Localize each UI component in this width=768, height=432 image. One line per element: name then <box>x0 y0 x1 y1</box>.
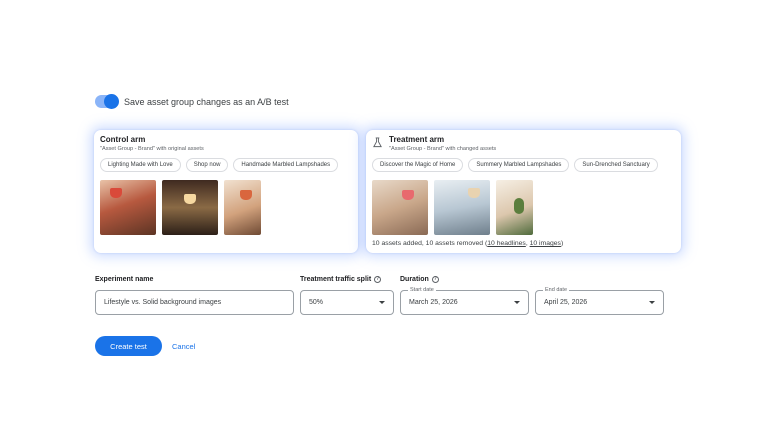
treatment-arm-subtitle: "Asset Group - Brand" with changed asset… <box>389 146 497 152</box>
experiment-name-label: Experiment name <box>95 276 153 283</box>
ab-test-toggle-row[interactable]: Save asset group changes as an A/B test <box>95 94 289 109</box>
end-date-label: End date <box>543 287 570 293</box>
control-image-thumbnail <box>162 180 218 235</box>
ab-test-toggle[interactable] <box>95 94 119 109</box>
chevron-down-icon <box>379 301 385 304</box>
control-image-thumbnail <box>100 180 156 235</box>
start-date-label: Start date <box>408 287 436 293</box>
summary-suffix: ) <box>560 240 564 247</box>
headline-chip: Lighting Made with Love <box>100 158 181 172</box>
help-icon[interactable]: ? <box>431 276 439 283</box>
treatment-arm-header: Treatment arm "Asset Group - Brand" with… <box>372 135 496 154</box>
experiment-name-label-text: Experiment name <box>95 276 154 283</box>
chevron-down-icon <box>649 301 655 304</box>
control-arm-subtitle: "Asset Group - Brand" with original asse… <box>100 146 204 152</box>
traffic-split-label-text: Treatment traffic split <box>300 276 372 283</box>
headline-chip: Shop now <box>185 158 229 172</box>
treatment-image-thumbnail <box>434 180 490 235</box>
duration-label-text: Duration <box>400 276 429 283</box>
summary-text: 10 assets added, 10 assets removed ( <box>372 240 488 247</box>
control-arm-card: Control arm "Asset Group - Brand" with o… <box>94 130 358 253</box>
experiment-name-value: Lifestyle vs. Solid background images <box>104 299 222 306</box>
control-arm-header: Control arm "Asset Group - Brand" with o… <box>100 135 204 154</box>
start-date-value: March 25, 2026 <box>409 299 458 306</box>
control-headline-chips: Lighting Made with Love Shop now Handmad… <box>100 158 339 172</box>
start-date-select[interactable]: Start date March 25, 2026 <box>400 287 529 315</box>
treatment-image-thumbnail <box>372 180 428 235</box>
images-link[interactable]: 10 images <box>530 240 561 247</box>
treatment-headline-chips: Discover the Magic of Home Summery Marbl… <box>372 158 658 172</box>
traffic-split-label: Treatment traffic split ? <box>300 276 382 283</box>
control-image-thumbnail <box>224 180 261 235</box>
headline-chip: Handmade Marbled Lampshades <box>233 158 339 172</box>
headlines-link[interactable]: 10 headlines <box>487 240 526 247</box>
help-icon[interactable]: ? <box>374 276 382 283</box>
headline-chip: Summery Marbled Lampshades <box>468 158 570 172</box>
treatment-image-thumbnail <box>496 180 533 235</box>
treatment-arm-title: Treatment arm <box>389 135 445 144</box>
changes-summary: 10 assets added, 10 assets removed (10 h… <box>372 240 563 247</box>
end-date-value: April 25, 2026 <box>544 299 588 306</box>
traffic-split-select[interactable]: 50% <box>300 290 394 315</box>
control-image-list <box>100 180 261 235</box>
cancel-button[interactable]: Cancel <box>172 336 195 356</box>
headline-chip: Discover the Magic of Home <box>372 158 464 172</box>
ab-test-toggle-label: Save asset group changes as an A/B test <box>124 96 289 107</box>
control-arm-title: Control arm <box>100 135 146 144</box>
create-test-button[interactable]: Create test <box>95 336 162 356</box>
experiment-name-input[interactable]: Lifestyle vs. Solid background images <box>95 290 294 315</box>
flask-icon <box>373 137 382 148</box>
headline-chip: Sun-Drenched Sanctuary <box>574 158 658 172</box>
chevron-down-icon <box>514 301 520 304</box>
treatment-arm-card: Treatment arm "Asset Group - Brand" with… <box>366 130 681 253</box>
duration-label: Duration ? <box>400 276 439 283</box>
treatment-image-list <box>372 180 533 235</box>
end-date-select[interactable]: End date April 25, 2026 <box>535 287 664 315</box>
traffic-split-value: 50% <box>309 299 324 306</box>
